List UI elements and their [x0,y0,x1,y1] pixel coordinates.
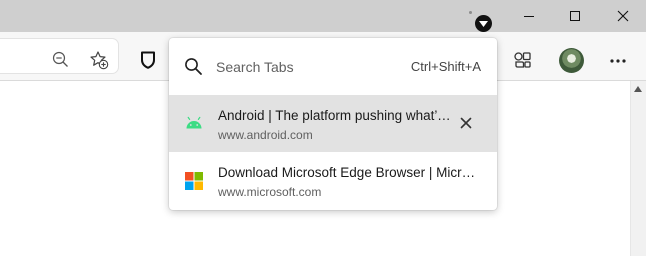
tab-search-button[interactable] [475,15,492,32]
vertical-scrollbar[interactable] [630,81,646,256]
chevron-down-icon [479,20,488,27]
scroll-up-arrow-icon[interactable] [634,86,642,92]
collections-button[interactable] [513,51,532,69]
zoom-out-icon [52,51,68,67]
title-bar [0,0,646,32]
close-tab-button[interactable] [457,114,475,132]
maximize-button[interactable] [552,0,598,32]
search-tabs-row: Ctrl+Shift+A [169,38,497,95]
close-window-button[interactable] [600,0,646,32]
favorite-add-icon [90,51,109,70]
more-dots-icon [610,59,626,63]
collections-icon [514,52,531,68]
tab-title: Download Microsoft Edge Browser | Micros… [218,165,480,180]
shield-icon [141,51,155,69]
search-icon [185,58,202,75]
extension-button[interactable] [140,51,156,69]
tab-url: www.android.com [218,128,313,142]
maximize-icon [570,11,580,21]
zoom-out-button[interactable] [52,51,69,68]
settings-more-button[interactable] [610,59,626,63]
tab-search-popup: Ctrl+Shift+A Android | The platform push… [169,38,497,210]
search-tabs-input[interactable] [216,57,396,77]
minimize-button[interactable] [506,0,552,32]
tab-url: www.microsoft.com [218,185,322,199]
indicator-dot [469,11,472,14]
android-icon [186,116,202,129]
microsoft-icon [185,172,203,190]
add-favorite-button[interactable] [89,50,109,70]
tab-result-item[interactable]: Android | The platform pushing what’s po… [169,95,497,152]
minimize-icon [524,16,534,17]
close-icon [617,10,629,22]
tab-title: Android | The platform pushing what’s po… [218,108,452,123]
profile-avatar[interactable] [559,48,584,73]
close-icon [460,117,472,129]
keyboard-shortcut-label: Ctrl+Shift+A [410,59,481,74]
tab-result-item[interactable]: Download Microsoft Edge Browser | Micros… [169,152,497,209]
